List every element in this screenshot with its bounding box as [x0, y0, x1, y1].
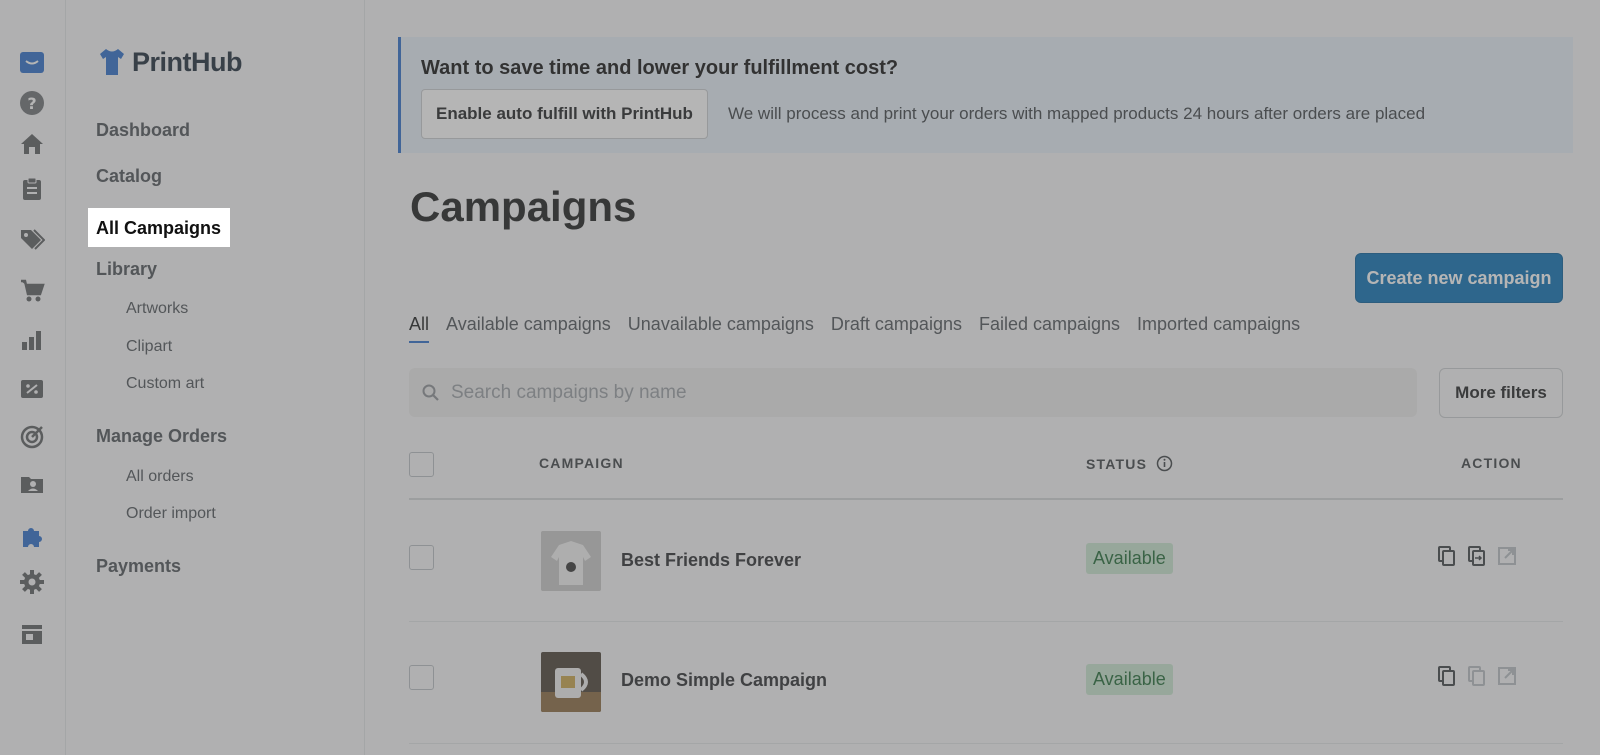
- campaign-tabs: All Available campaigns Unavailable camp…: [409, 314, 1300, 343]
- search-icon: [422, 384, 439, 401]
- select-all-checkbox[interactable]: [409, 452, 434, 477]
- shopify-bag-icon[interactable]: [17, 47, 47, 77]
- app-name: PrintHub: [132, 46, 243, 77]
- banner-title: Want to save time and lower your fulfill…: [421, 57, 899, 79]
- analytics-icon[interactable]: [17, 325, 47, 355]
- campaign-thumbnail: [541, 531, 601, 591]
- store-icon[interactable]: [17, 619, 47, 649]
- settings-icon[interactable]: [17, 567, 47, 597]
- sidebar-item-custom-art[interactable]: Custom art: [126, 375, 204, 393]
- help-icon[interactable]: ?: [17, 88, 47, 118]
- auto-fulfill-banner: Want to save time and lower your fulfill…: [398, 37, 1573, 153]
- sidebar-item-library[interactable]: Library: [96, 259, 157, 280]
- home-icon[interactable]: [17, 129, 47, 159]
- sidebar-item-manage-orders[interactable]: Manage Orders: [96, 426, 227, 447]
- cart-icon[interactable]: [17, 276, 47, 306]
- search-input[interactable]: [451, 381, 1351, 404]
- search-bar: [409, 368, 1417, 417]
- tab-failed[interactable]: Failed campaigns: [979, 314, 1120, 343]
- info-icon[interactable]: [1156, 455, 1173, 472]
- table-row[interactable]: Best Friends Forever Available: [409, 500, 1563, 622]
- app-rail: ?: [0, 0, 66, 755]
- external-link-icon[interactable]: [1494, 543, 1520, 569]
- tab-draft[interactable]: Draft campaigns: [831, 314, 962, 343]
- tab-all[interactable]: All: [409, 314, 430, 343]
- tshirt-logo-icon: [100, 49, 124, 75]
- campaign-name[interactable]: Best Friends Forever: [621, 550, 801, 571]
- table-header: CAMPAIGN STATUS ACTION: [409, 440, 1563, 500]
- copy-icon[interactable]: [1434, 663, 1460, 689]
- campaign-name[interactable]: Demo Simple Campaign: [621, 670, 827, 691]
- sidebar-item-dashboard[interactable]: Dashboard: [96, 120, 190, 141]
- sidebar-item-all-orders[interactable]: All orders: [126, 468, 194, 486]
- row-checkbox[interactable]: [409, 545, 434, 570]
- table-row[interactable]: Demo Simple Campaign Available: [409, 622, 1563, 744]
- printhub-logo[interactable]: PrintHub: [96, 46, 243, 78]
- customers-icon[interactable]: [17, 469, 47, 499]
- sidebar-item-clipart[interactable]: Clipart: [126, 338, 172, 356]
- sidebar-item-order-import[interactable]: Order import: [126, 505, 216, 523]
- duplicate-icon[interactable]: [1464, 663, 1490, 689]
- column-campaign: CAMPAIGN: [539, 455, 624, 471]
- external-link-icon[interactable]: [1494, 663, 1520, 689]
- page-title: Campaigns: [410, 183, 637, 230]
- status-badge: Available: [1086, 664, 1173, 695]
- orders-icon[interactable]: [17, 174, 47, 204]
- svg-text:?: ?: [27, 94, 36, 113]
- row-checkbox[interactable]: [409, 665, 434, 690]
- duplicate-icon[interactable]: [1464, 543, 1490, 569]
- discounts-icon[interactable]: [17, 374, 47, 404]
- sidebar-item-all-campaigns[interactable]: All Campaigns: [88, 208, 230, 247]
- copy-icon[interactable]: [1434, 543, 1460, 569]
- products-icon[interactable]: [17, 224, 47, 254]
- tab-unavailable[interactable]: Unavailable campaigns: [628, 314, 814, 343]
- sidebar-item-artworks[interactable]: Artworks: [126, 300, 188, 318]
- marketing-icon[interactable]: [17, 422, 47, 452]
- status-badge: Available: [1086, 543, 1173, 574]
- tab-imported[interactable]: Imported campaigns: [1137, 314, 1300, 343]
- column-status-label: STATUS: [1086, 456, 1148, 472]
- column-action: ACTION: [1461, 455, 1522, 471]
- enable-auto-fulfill-button[interactable]: Enable auto fulfill with PrintHub: [421, 89, 708, 139]
- main-content: Want to save time and lower your fulfill…: [365, 0, 1600, 755]
- create-campaign-button[interactable]: Create new campaign: [1355, 253, 1563, 303]
- tab-available[interactable]: Available campaigns: [446, 314, 611, 343]
- campaign-thumbnail: [541, 652, 601, 712]
- app-sidebar: PrintHub Dashboard Catalog Library Artwo…: [66, 0, 365, 755]
- sidebar-item-payments[interactable]: Payments: [96, 556, 181, 577]
- apps-icon[interactable]: [17, 521, 47, 551]
- sidebar-item-catalog[interactable]: Catalog: [96, 166, 162, 187]
- column-status: STATUS: [1086, 455, 1173, 472]
- banner-description: We will process and print your orders wi…: [728, 104, 1426, 123]
- more-filters-button[interactable]: More filters: [1439, 368, 1563, 418]
